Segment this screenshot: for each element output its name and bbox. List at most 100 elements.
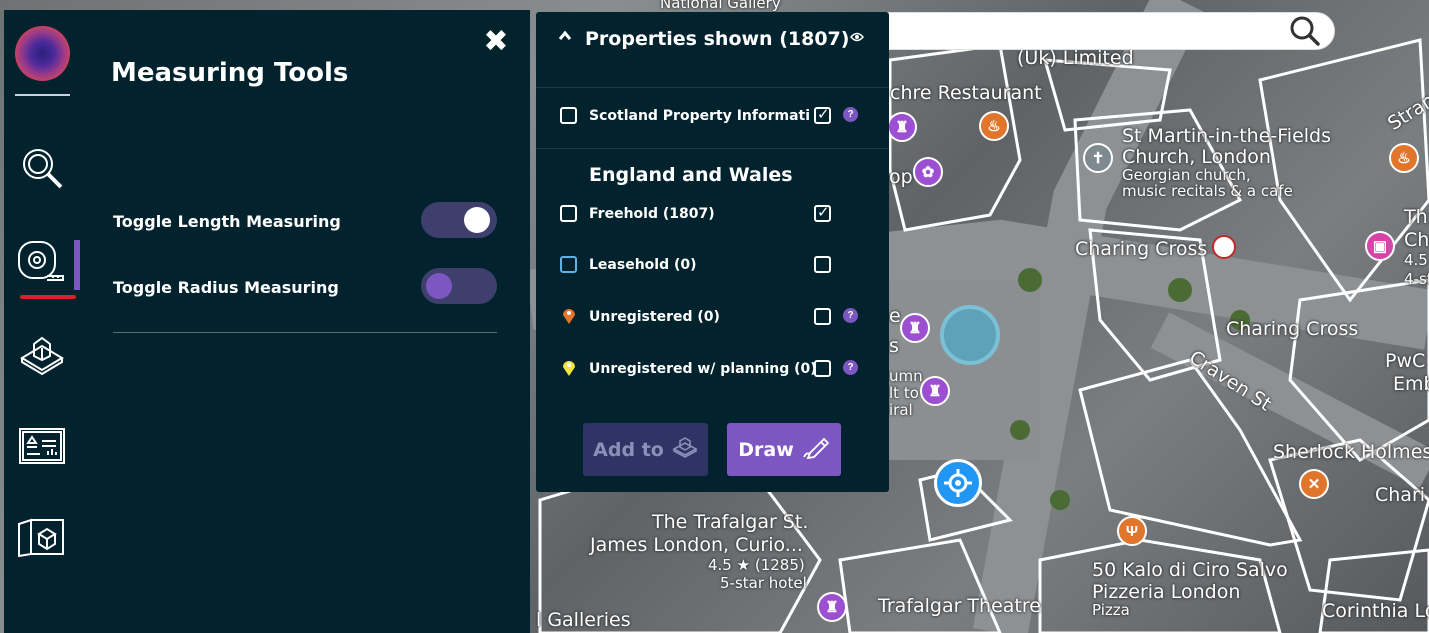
pencil-icon bbox=[802, 435, 830, 464]
map-label-4star: 4-st bbox=[1404, 270, 1429, 288]
england-wales-heading: England and Wales bbox=[589, 164, 793, 186]
map-label-galleries: l Galleries bbox=[536, 609, 631, 631]
help-icon[interactable]: ? bbox=[843, 308, 858, 323]
help-icon[interactable]: ? bbox=[843, 107, 858, 122]
report-card-icon bbox=[18, 427, 66, 470]
freehold-row: Freehold (1807) bbox=[536, 198, 889, 228]
help-icon[interactable]: ? bbox=[843, 360, 858, 375]
left-nav-rail bbox=[4, 10, 80, 633]
map-label-chari: Chari bbox=[1375, 484, 1426, 506]
map-label-pwc: PwC bbox=[1385, 350, 1426, 372]
poi-church-icon[interactable]: ✝ bbox=[1083, 143, 1113, 173]
rail-item-map-layers[interactable] bbox=[4, 510, 80, 570]
map-label-umn: umn bbox=[889, 367, 923, 385]
map-label-sherlock: Sherlock Holmes bbox=[1273, 441, 1429, 463]
poi-restaurant-icon[interactable]: Ψ bbox=[1117, 516, 1147, 546]
chevron-up-icon[interactable] bbox=[558, 28, 572, 47]
map-label-umn-2: lt to bbox=[889, 384, 919, 402]
leasehold-checkbox[interactable] bbox=[560, 256, 577, 273]
poi-restaurant-icon[interactable]: ♨ bbox=[1389, 143, 1419, 173]
divider bbox=[536, 148, 889, 149]
unregistered-planning-visible-checkbox[interactable] bbox=[814, 360, 831, 377]
unregistered-label: Unregistered (0) bbox=[589, 309, 720, 325]
map-label-charing-cross-station: Charing Cross bbox=[1226, 318, 1359, 340]
unregistered-visible-checkbox[interactable] bbox=[814, 308, 831, 325]
map-label-trafalgar-st-2: James London, Curio... bbox=[590, 534, 803, 556]
my-location-icon[interactable] bbox=[934, 459, 982, 507]
map-label-umn-3: iral bbox=[889, 401, 913, 419]
map-label-e: e bbox=[889, 305, 901, 327]
draw-button[interactable]: Draw bbox=[727, 423, 841, 476]
poi-monument-icon[interactable]: ♜ bbox=[900, 313, 930, 343]
scotland-visible-checkbox[interactable] bbox=[814, 105, 831, 124]
rail-item-3d-buildings[interactable] bbox=[4, 326, 80, 386]
freehold-checkbox[interactable] bbox=[560, 205, 577, 222]
unregistered-row: Unregistered (0) ? bbox=[536, 301, 889, 331]
map-label-st-martin-3: Georgian church, bbox=[1122, 166, 1251, 184]
map-label-st-martin: St Martin-in-the-Fields bbox=[1122, 125, 1331, 147]
tube-station-icon[interactable] bbox=[1212, 235, 1236, 259]
map-label-trafalgar-st-4: 5-star hotel bbox=[720, 574, 807, 592]
freehold-visible-checkbox[interactable] bbox=[814, 203, 831, 222]
toggle-length-label: Toggle Length Measuring bbox=[113, 212, 341, 231]
poi-restaurant-icon[interactable]: ✕ bbox=[1299, 469, 1329, 499]
add-to-label: Add to bbox=[593, 438, 664, 461]
add-to-button[interactable]: Add to bbox=[583, 423, 708, 476]
leasehold-label: Leasehold (0) bbox=[589, 257, 697, 273]
map-label-charing-cross: Charing Cross bbox=[1075, 238, 1208, 260]
poi-hotel-icon[interactable]: ▣ bbox=[1365, 231, 1395, 261]
properties-panel: Properties shown (1807) Scotland Propert… bbox=[536, 12, 889, 492]
map-label-rating: 4.5 bbox=[1404, 251, 1428, 269]
yellow-pin-icon bbox=[561, 359, 577, 377]
poi-monument-icon[interactable]: ♜ bbox=[817, 592, 847, 622]
rail-divider bbox=[15, 94, 70, 96]
magnifier-icon bbox=[19, 145, 65, 196]
tape-measure-icon bbox=[17, 238, 67, 287]
map-label-th: Th bbox=[1404, 206, 1428, 228]
unregistered-planning-row: Unregistered w/ planning (0) ? bbox=[536, 353, 889, 383]
poi-restaurant-icon[interactable]: ♨ bbox=[979, 111, 1009, 141]
app-logo[interactable] bbox=[15, 26, 70, 81]
toggle-radius-switch[interactable] bbox=[421, 268, 497, 304]
map-label-cha: Cha bbox=[1404, 229, 1429, 251]
map-label-trafalgar-st-3: 4.5 ★ (1285) bbox=[708, 556, 805, 574]
rail-item-search[interactable] bbox=[4, 140, 80, 200]
poi-monument-icon[interactable]: ♜ bbox=[920, 376, 950, 406]
switch-knob bbox=[426, 273, 452, 299]
panel-title: Measuring Tools bbox=[111, 58, 349, 88]
map-label-restaurant: chre Restaurant bbox=[890, 82, 1042, 104]
map-label-corinthia: Corinthia Lo bbox=[1322, 600, 1429, 622]
isometric-house-icon bbox=[18, 330, 66, 383]
leasehold-visible-checkbox[interactable] bbox=[814, 256, 831, 273]
draw-label: Draw bbox=[738, 438, 794, 461]
rail-item-measuring[interactable] bbox=[4, 232, 80, 292]
freehold-label: Freehold (1807) bbox=[589, 206, 715, 222]
toggle-length-switch[interactable] bbox=[421, 202, 497, 238]
map-label-trafalgar-st: The Trafalgar St. bbox=[652, 511, 809, 533]
close-icon[interactable]: ✖ bbox=[480, 26, 512, 58]
map-cube-icon bbox=[17, 518, 67, 563]
annotation-underline bbox=[20, 295, 76, 299]
eye-icon[interactable] bbox=[850, 30, 864, 45]
properties-header: Properties shown (1807) bbox=[536, 12, 889, 88]
layers-icon bbox=[672, 435, 698, 464]
search-input[interactable] bbox=[893, 19, 1273, 45]
toggle-radius-label: Toggle Radius Measuring bbox=[113, 278, 339, 297]
leasehold-row: Leasehold (0) bbox=[536, 249, 889, 279]
unregistered-planning-label: Unregistered w/ planning (0) bbox=[589, 361, 817, 377]
map-label-st-martin-4: music recitals & a cafe bbox=[1122, 182, 1293, 200]
scotland-checkbox[interactable] bbox=[560, 107, 577, 124]
poi-art-icon[interactable]: ✿ bbox=[913, 157, 943, 187]
divider bbox=[113, 332, 497, 333]
map-label-op: op bbox=[889, 166, 913, 188]
scotland-label: Scotland Property Information... bbox=[589, 108, 809, 124]
search-icon[interactable] bbox=[1285, 12, 1325, 50]
map-label-national-gallery: National Gallery bbox=[660, 0, 781, 12]
properties-title: Properties shown (1807) bbox=[585, 28, 850, 50]
poi-monument-icon[interactable]: ♜ bbox=[887, 112, 917, 142]
measuring-tools-panel: Measuring Tools ✖ Toggle Length Measurin… bbox=[80, 10, 530, 633]
map-label-pwc-2: Emb bbox=[1393, 373, 1429, 395]
map-label-s: s bbox=[889, 335, 899, 357]
scotland-row: Scotland Property Information... ? bbox=[536, 100, 889, 130]
rail-item-reports[interactable] bbox=[4, 418, 80, 478]
